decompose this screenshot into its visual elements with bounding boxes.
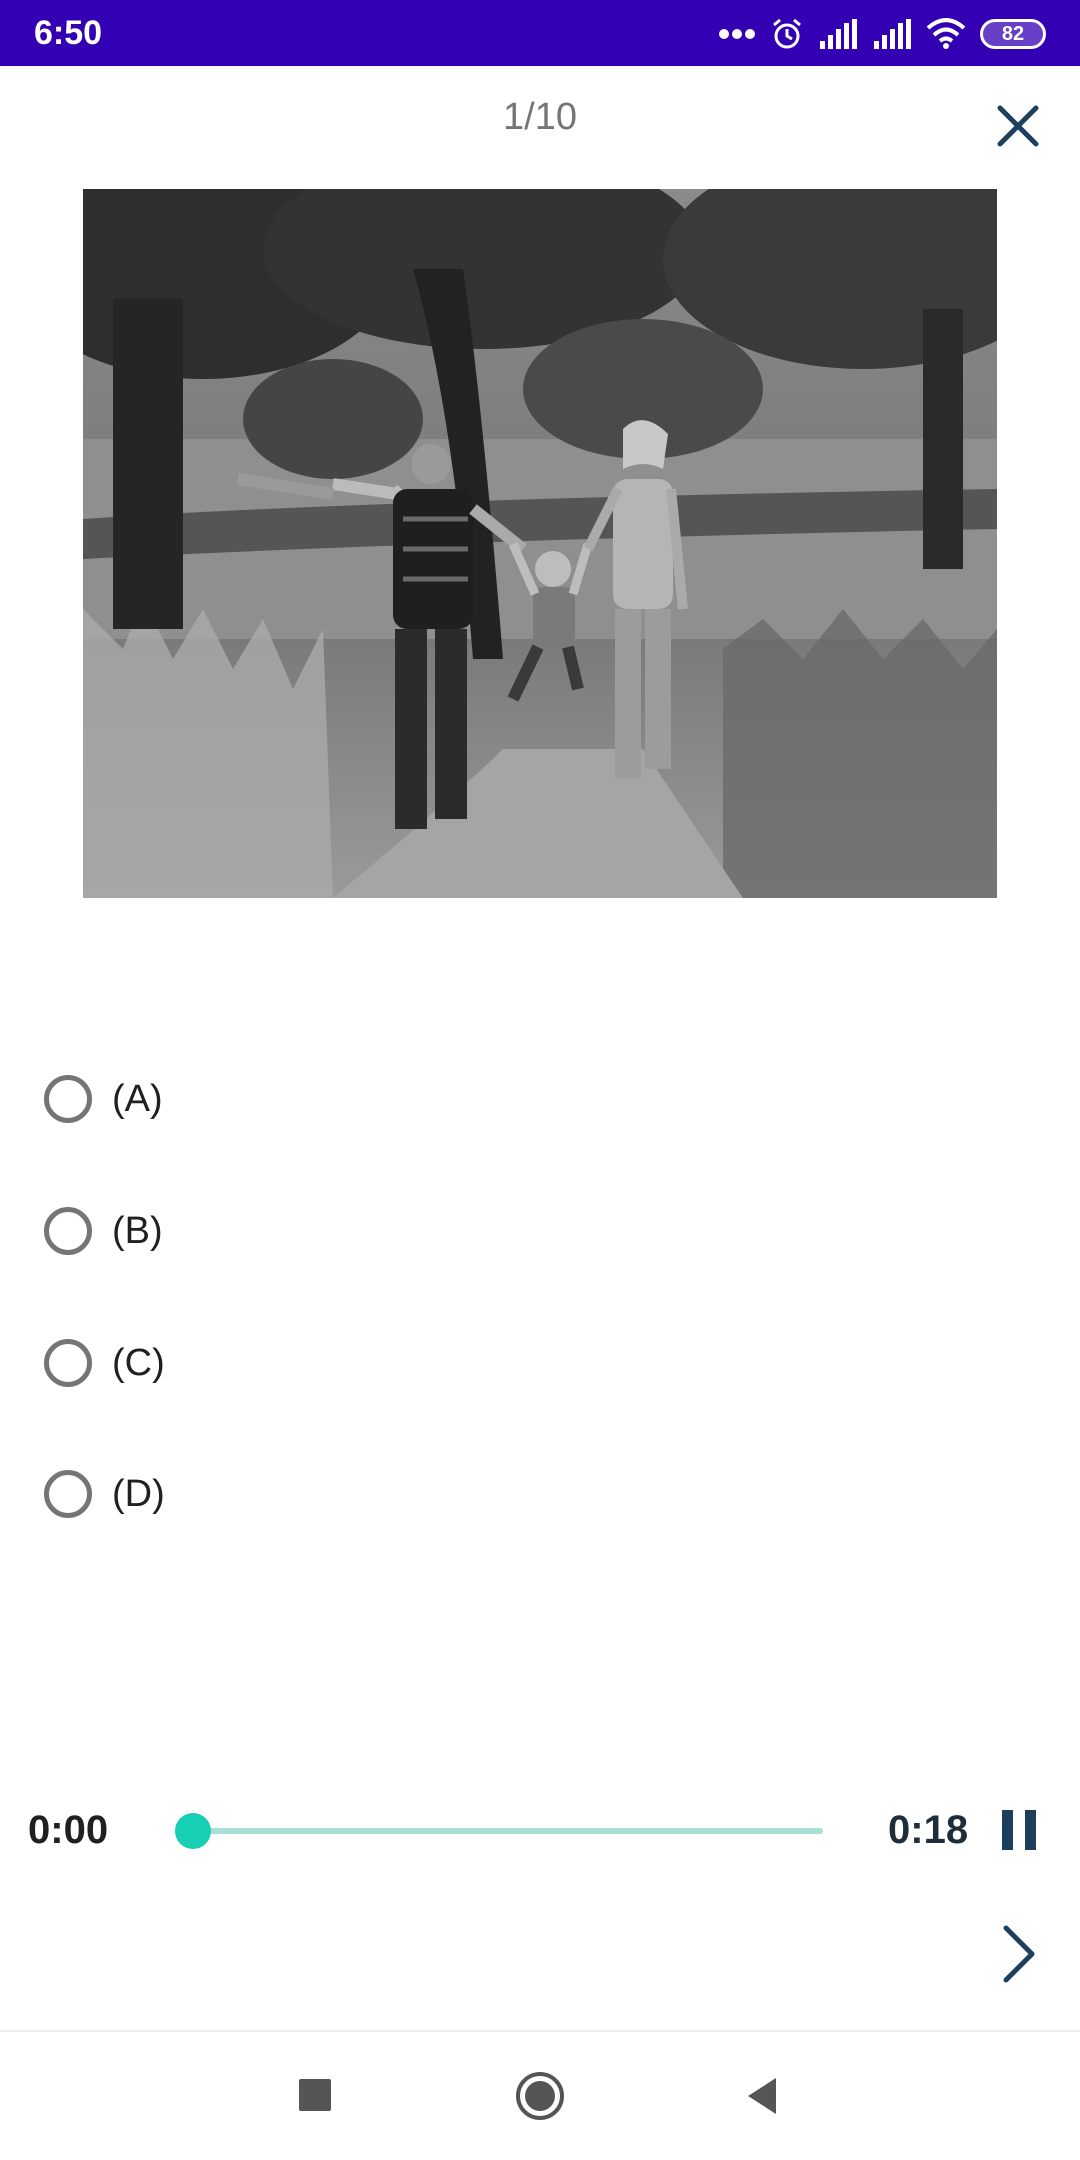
radio-button[interactable] — [44, 1075, 92, 1123]
seek-bar[interactable] — [175, 1813, 823, 1849]
system-navigation-bar — [0, 2032, 1080, 2160]
home-circle-icon — [516, 2072, 564, 2120]
option-label: (C) — [112, 1341, 165, 1384]
recents-square-icon — [299, 2079, 331, 2111]
option-d[interactable]: (D) — [44, 1464, 544, 1524]
wifi-icon — [926, 18, 966, 50]
radio-button[interactable] — [44, 1470, 92, 1518]
recents-button[interactable] — [290, 2070, 342, 2122]
chevron-right-icon — [1003, 1925, 1035, 1983]
status-bar: 6:50 82 — [0, 0, 1080, 66]
back-triangle-icon — [748, 2078, 776, 2114]
next-question-button[interactable] — [992, 1922, 1044, 1986]
alarm-icon — [770, 17, 804, 51]
status-icons: 82 — [718, 12, 1046, 56]
option-label: (B) — [112, 1209, 163, 1252]
close-icon — [997, 105, 1039, 147]
option-a[interactable]: (A) — [44, 1069, 544, 1129]
pause-button[interactable] — [1000, 1808, 1040, 1852]
radio-button[interactable] — [44, 1339, 92, 1387]
option-b[interactable]: (B) — [44, 1201, 544, 1261]
signal-icon — [818, 19, 858, 49]
close-button[interactable] — [990, 98, 1046, 154]
option-label: (A) — [112, 1077, 163, 1120]
total-time: 0:18 — [888, 1808, 969, 1852]
status-time: 6:50 — [34, 14, 103, 52]
back-button[interactable] — [738, 2070, 790, 2122]
radio-button[interactable] — [44, 1207, 92, 1255]
home-button[interactable] — [514, 2070, 566, 2122]
option-label: (D) — [112, 1472, 165, 1515]
question-photo — [83, 189, 997, 898]
pause-icon — [1002, 1810, 1036, 1850]
signal-icon — [872, 19, 912, 49]
question-progress: 1/10 — [503, 96, 577, 138]
option-c[interactable]: (C) — [44, 1333, 544, 1393]
current-time: 0:00 — [28, 1808, 109, 1852]
battery-icon: 82 — [980, 19, 1046, 49]
seek-thumb[interactable] — [175, 1813, 211, 1849]
quiz-screen: 6:50 82 1/10 (A) (B) (C) (D) 0:00 0:18 — [0, 0, 1080, 2160]
more-dots-icon — [718, 28, 756, 40]
